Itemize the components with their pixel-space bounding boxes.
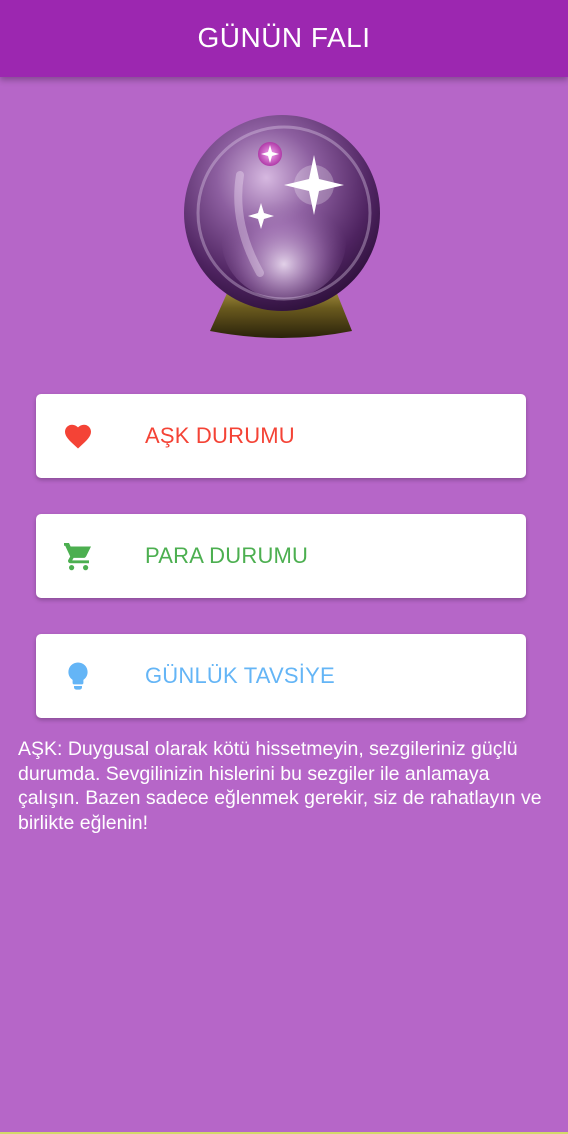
crystal-ball-icon <box>180 113 384 343</box>
app-bar-title: GÜNÜN FALI <box>197 21 371 53</box>
money-status-button[interactable]: PARA DURUMU <box>36 514 526 598</box>
money-status-label: PARA DURUMU <box>145 543 309 568</box>
daily-advice-button[interactable]: GÜNLÜK TAVSİYE <box>36 634 526 718</box>
love-status-label: AŞK DURUMU <box>145 423 295 448</box>
app-bar: GÜNÜN FALI <box>0 0 568 77</box>
shopping-cart-icon <box>64 543 91 571</box>
heart-icon <box>65 424 91 449</box>
lightbulb-icon <box>68 662 88 690</box>
love-status-button[interactable]: AŞK DURUMU <box>36 394 526 478</box>
fortune-text: AŞK: Duygusal olarak kötü hissetmeyin, s… <box>18 738 542 834</box>
daily-advice-label: GÜNLÜK TAVSİYE <box>145 663 335 688</box>
